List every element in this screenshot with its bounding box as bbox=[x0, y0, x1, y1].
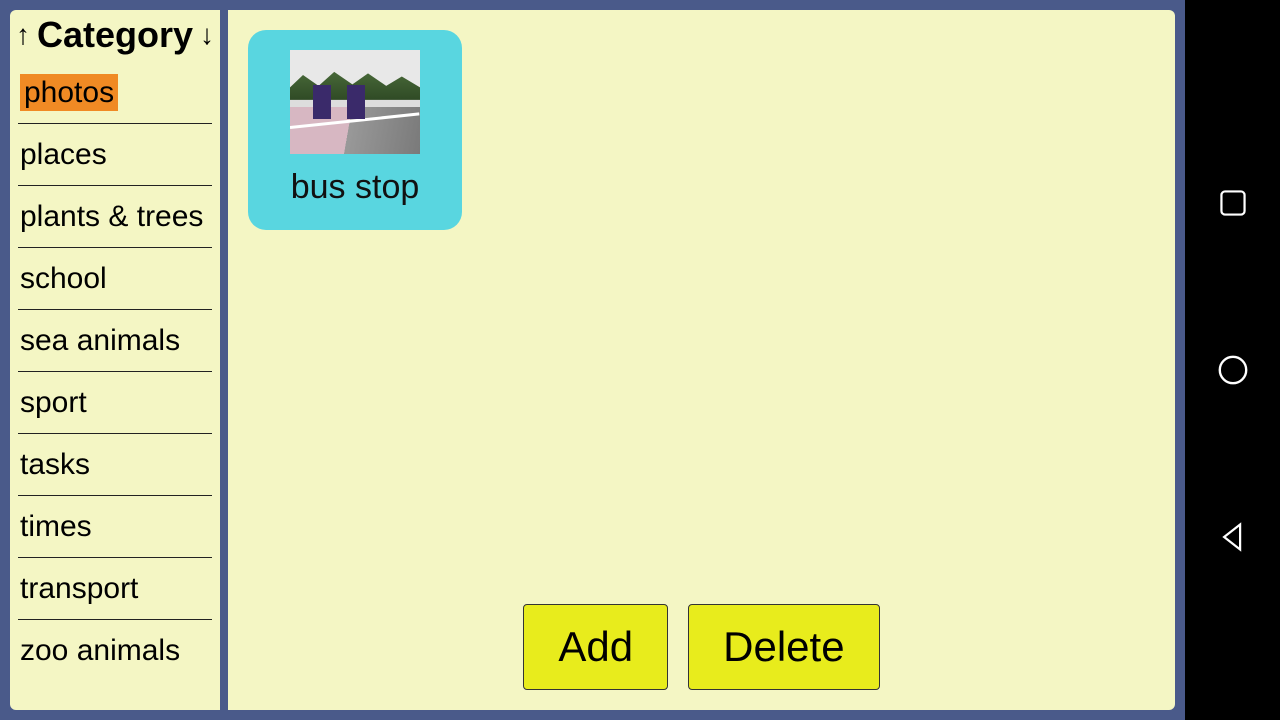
card-label: bus stop bbox=[291, 168, 420, 207]
category-label: zoo animals bbox=[20, 634, 180, 667]
app-frame: ↑ Category ↓ photos places plants & tree… bbox=[0, 0, 1185, 720]
category-label: school bbox=[20, 262, 107, 295]
content-panel: bus stop Add Delete bbox=[228, 10, 1175, 710]
overview-icon[interactable] bbox=[1215, 185, 1251, 221]
category-item-plants-trees[interactable]: plants & trees bbox=[18, 186, 212, 248]
category-item-transport[interactable]: transport bbox=[18, 558, 212, 620]
category-label: tasks bbox=[20, 448, 90, 481]
category-item-sport[interactable]: sport bbox=[18, 372, 212, 434]
category-label: sport bbox=[20, 386, 87, 419]
category-item-school[interactable]: school bbox=[18, 248, 212, 310]
category-item-sea-animals[interactable]: sea animals bbox=[18, 310, 212, 372]
card-bus-stop[interactable]: bus stop bbox=[248, 30, 462, 230]
category-label: sea animals bbox=[20, 324, 180, 357]
sort-desc-icon[interactable]: ↓ bbox=[200, 21, 214, 49]
bus-stop-photo-icon bbox=[290, 50, 420, 154]
back-icon[interactable] bbox=[1215, 519, 1251, 555]
category-label: times bbox=[20, 510, 92, 543]
category-label: places bbox=[20, 138, 107, 171]
sidebar-title: Category bbox=[37, 14, 193, 56]
category-label: plants & trees bbox=[20, 200, 203, 233]
category-item-times[interactable]: times bbox=[18, 496, 212, 558]
add-button[interactable]: Add bbox=[523, 604, 668, 690]
action-row: Add Delete bbox=[228, 604, 1175, 690]
sidebar-header: ↑ Category ↓ bbox=[10, 10, 220, 62]
category-sidebar: ↑ Category ↓ photos places plants & tree… bbox=[10, 10, 220, 710]
android-navbar bbox=[1185, 0, 1280, 720]
sort-asc-icon[interactable]: ↑ bbox=[16, 21, 30, 49]
category-item-zoo-animals[interactable]: zoo animals bbox=[18, 620, 212, 681]
home-icon[interactable] bbox=[1215, 352, 1251, 388]
category-label: transport bbox=[20, 572, 138, 605]
category-label: photos bbox=[20, 74, 118, 111]
delete-button[interactable]: Delete bbox=[688, 604, 879, 690]
category-item-photos[interactable]: photos bbox=[18, 62, 212, 124]
category-item-tasks[interactable]: tasks bbox=[18, 434, 212, 496]
category-list[interactable]: photos places plants & trees school sea … bbox=[10, 62, 220, 710]
category-item-places[interactable]: places bbox=[18, 124, 212, 186]
